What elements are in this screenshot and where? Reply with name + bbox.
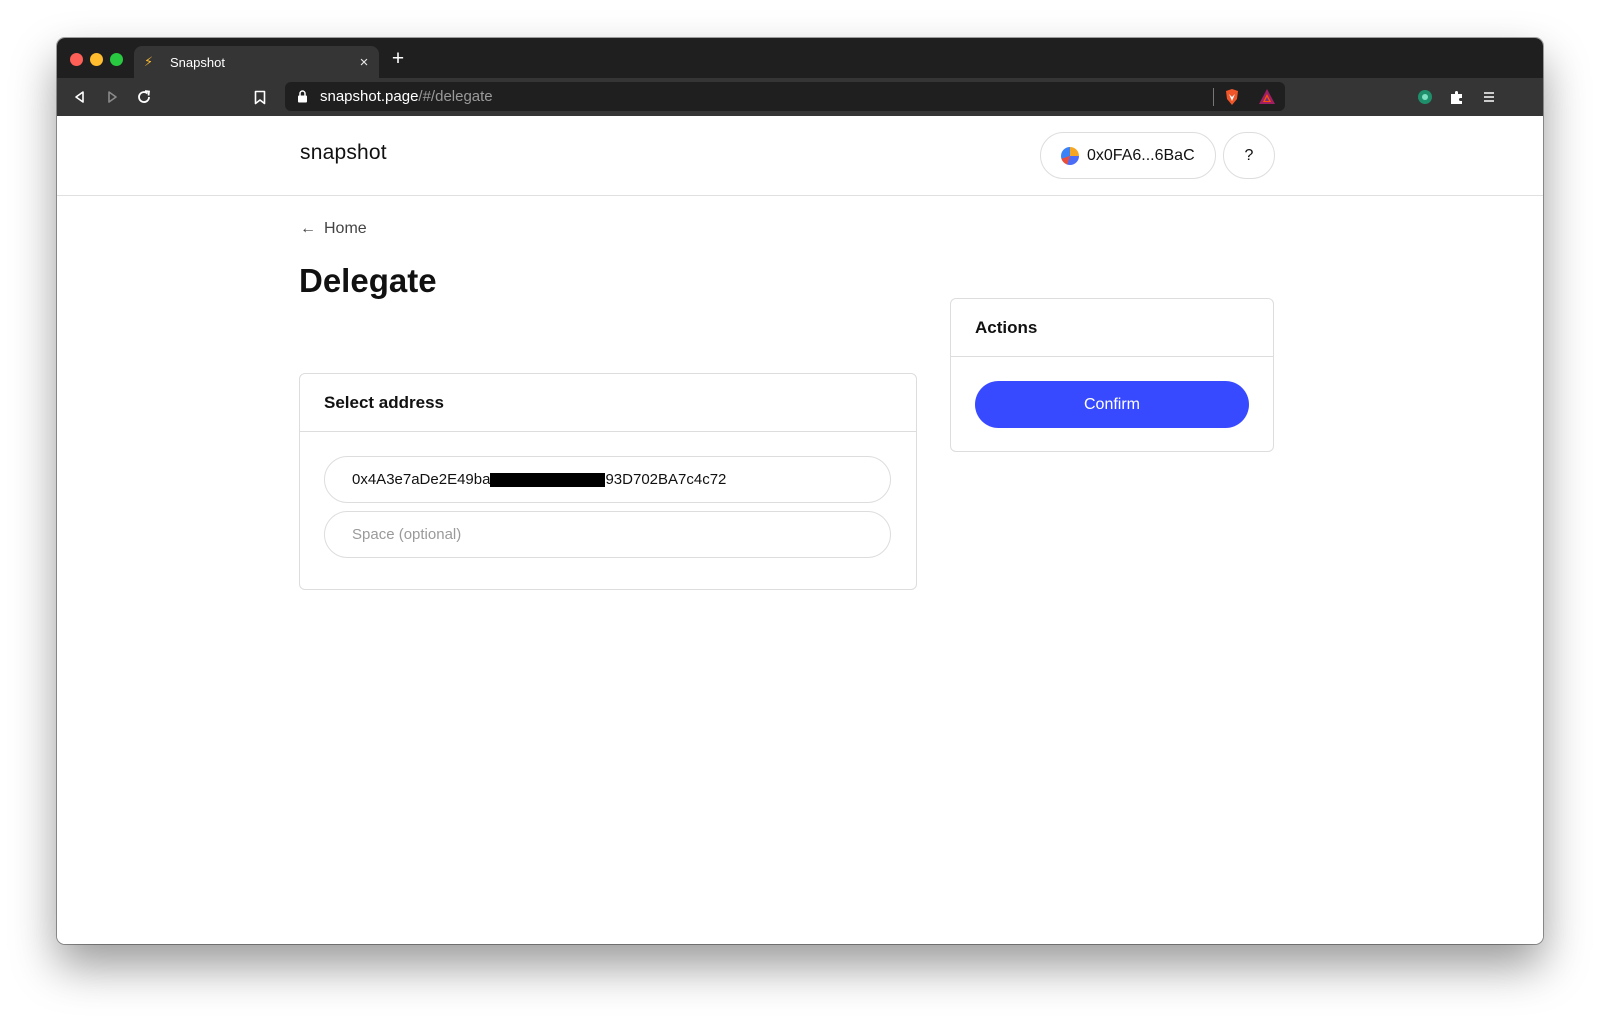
brave-shield-icon[interactable] [1224, 88, 1240, 106]
lock-icon [295, 90, 309, 104]
back-home-link[interactable]: ← Home [300, 220, 367, 238]
new-tab-button[interactable]: + [387, 48, 409, 70]
browser-toolbar: snapshot.page/#/delegate [57, 78, 1543, 116]
redaction-bar [490, 472, 606, 487]
address-bar[interactable]: snapshot.page/#/delegate [285, 82, 1285, 111]
back-link-label: Home [324, 220, 367, 237]
actions-heading: Actions [951, 299, 1273, 357]
bookmark-icon[interactable] [250, 87, 270, 107]
url-path: /#/delegate [418, 88, 493, 105]
reload-icon[interactable] [134, 87, 154, 107]
extension-icon[interactable] [1415, 87, 1435, 107]
lightning-icon: ⚡ [144, 54, 154, 69]
confirm-button[interactable]: Confirm [975, 381, 1249, 428]
site-header: snapshot 0x0FA6...6BaC ? [57, 116, 1543, 196]
left-arrow-icon: ← [300, 220, 316, 237]
forward-arrow-icon[interactable] [102, 87, 122, 107]
puzzle-icon[interactable] [1447, 87, 1467, 107]
select-address-heading: Select address [300, 374, 916, 432]
tab-title: Snapshot [170, 54, 225, 70]
brave-rewards-icon[interactable] [1258, 88, 1276, 105]
back-arrow-icon[interactable] [70, 87, 90, 107]
address-value-start: 0x4A3e7aDe2E49ba [352, 471, 491, 488]
url-text: snapshot.page/#/delegate [320, 88, 493, 105]
select-address-card: Select address 0x4A3e7aDe2E49ba 93D702BA7… [299, 373, 917, 590]
address-input[interactable]: 0x4A3e7aDe2E49ba 93D702BA7c4c72 [324, 456, 891, 503]
actions-card: Actions Confirm [950, 298, 1274, 452]
menu-icon[interactable] [1479, 87, 1499, 107]
page-content: snapshot 0x0FA6...6BaC ? ← Home Delegate… [57, 116, 1543, 944]
help-button[interactable]: ? [1223, 132, 1275, 179]
address-value-end: 93D702BA7c4c72 [605, 471, 727, 488]
site-logo[interactable]: snapshot [300, 141, 387, 165]
close-icon[interactable]: × [349, 54, 379, 71]
browser-window: ⚡ Snapshot × + snapshot.page/#/delegate [57, 38, 1543, 944]
url-host: snapshot.page [320, 88, 419, 105]
minimize-window-button[interactable] [90, 53, 103, 66]
space-input[interactable]: Space (optional) [324, 511, 891, 558]
avatar [1061, 146, 1079, 165]
tab-strip: ⚡ Snapshot × + [57, 38, 1543, 78]
url-separator [1213, 88, 1214, 106]
account-address: 0x0FA6...6BaC [1087, 146, 1195, 164]
account-button[interactable]: 0x0FA6...6BaC [1040, 132, 1216, 179]
close-window-button[interactable] [70, 53, 83, 66]
zoom-window-button[interactable] [110, 53, 123, 66]
page-title: Delegate [299, 262, 437, 299]
tab-snapshot[interactable]: ⚡ Snapshot × [134, 46, 379, 78]
